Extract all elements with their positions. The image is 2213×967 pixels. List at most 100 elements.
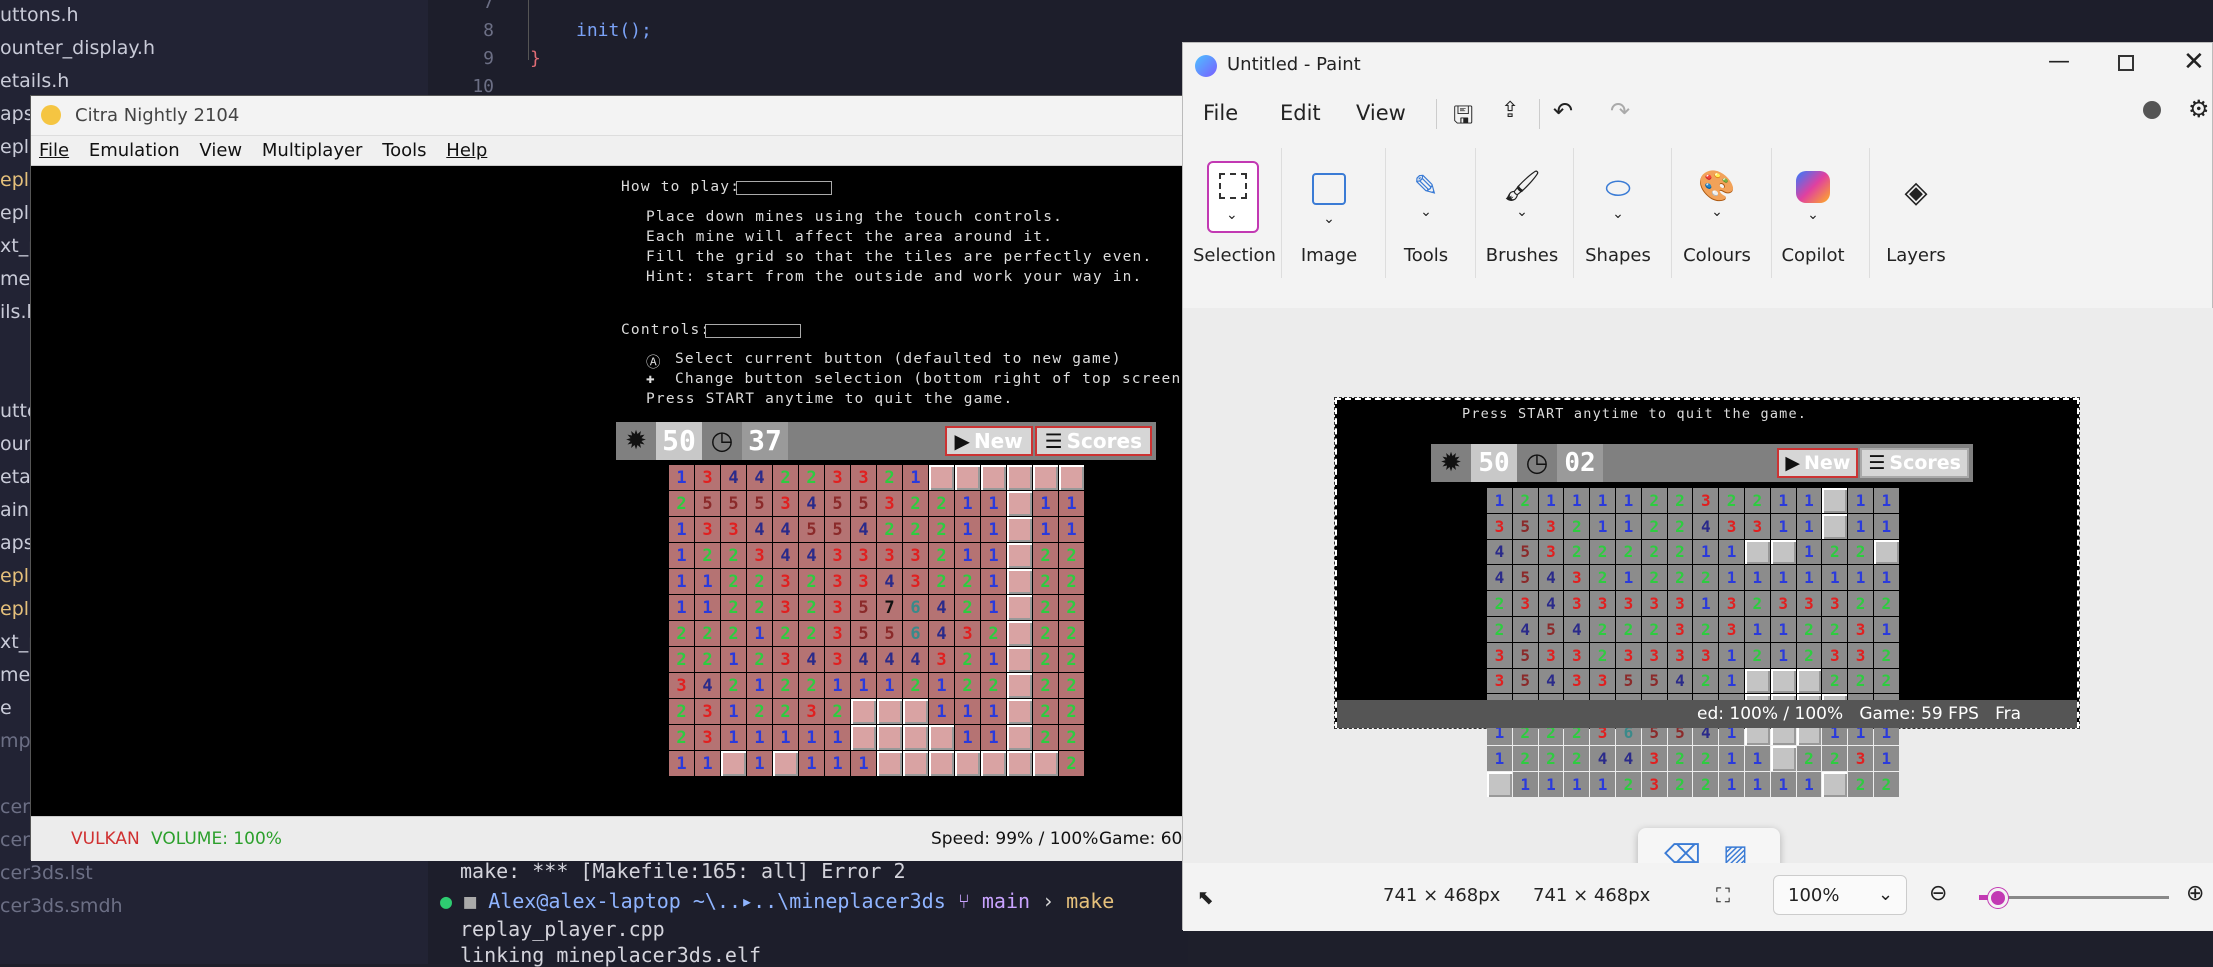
citra-title-bar[interactable]: Citra Nightly 2104 <box>31 96 1191 136</box>
sidebar-file-item[interactable]: aps <box>0 103 34 125</box>
grid-cell[interactable]: 1 <box>981 517 1006 542</box>
grid-cell[interactable]: 5 <box>825 491 850 516</box>
grid-cell[interactable]: 3 <box>825 465 850 490</box>
grid-cell[interactable]: 5 <box>695 491 720 516</box>
grid-cell[interactable]: 1 <box>903 465 928 490</box>
grid-cell[interactable]: 2 <box>1033 569 1058 594</box>
sidebar-file-item[interactable]: uttons.h <box>0 4 79 26</box>
grid-cell[interactable]: 2 <box>747 595 772 620</box>
grid-cell[interactable]: 2 <box>1059 595 1084 620</box>
grid-cell[interactable]: 3 <box>851 543 876 568</box>
grid-cell[interactable]: 1 <box>851 751 876 776</box>
grid-cell[interactable]: 4 <box>773 517 798 542</box>
paint-menu-view[interactable]: View <box>1356 101 1406 125</box>
grid-cell[interactable]: 2 <box>721 569 746 594</box>
grid-cell[interactable]: 1 <box>1033 491 1058 516</box>
paint-canvas[interactable]: Press START anytime to quit the game. ✹ … <box>1334 397 2080 797</box>
grid-cell[interactable]: 4 <box>747 517 772 542</box>
grid-cell[interactable]: 3 <box>695 699 720 724</box>
grid-cell[interactable]: 2 <box>695 647 720 672</box>
grid-cell[interactable]: 2 <box>669 491 694 516</box>
grid-cell[interactable]: 2 <box>1033 595 1058 620</box>
grid-cell[interactable]: 3 <box>721 517 746 542</box>
grid-cell[interactable]: 2 <box>747 647 772 672</box>
menu-file[interactable]: File <box>39 136 69 166</box>
grid-cell[interactable]: 2 <box>669 725 694 750</box>
fit-to-window-icon[interactable]: ⛶ <box>1716 883 1730 907</box>
grid-cell[interactable] <box>1007 699 1032 724</box>
close-icon[interactable]: ✕ <box>2183 47 2205 77</box>
menu-help[interactable]: Help <box>446 136 487 166</box>
grid-cell[interactable]: 1 <box>955 699 980 724</box>
grid-cell[interactable] <box>851 699 876 724</box>
grid-cell[interactable]: 1 <box>669 595 694 620</box>
grid-cell[interactable]: 3 <box>747 543 772 568</box>
grid-cell[interactable]: 2 <box>1033 543 1058 568</box>
grid-cell[interactable]: 3 <box>877 543 902 568</box>
grid-cell[interactable]: 2 <box>877 517 902 542</box>
grid-cell[interactable]: 1 <box>1059 491 1084 516</box>
grid-cell[interactable]: 2 <box>929 543 954 568</box>
grid-cell[interactable]: 1 <box>929 673 954 698</box>
grid-cell[interactable]: 2 <box>955 647 980 672</box>
minefield-grid[interactable]: 1344223321255534553221111133445542221111… <box>669 465 1084 776</box>
grid-cell[interactable]: 3 <box>825 647 850 672</box>
grid-cell[interactable]: 2 <box>929 569 954 594</box>
sidebar-file-item[interactable]: e <box>0 697 12 719</box>
grid-cell[interactable] <box>877 751 902 776</box>
paint-menu-edit[interactable]: Edit <box>1280 101 1321 125</box>
grid-cell[interactable] <box>1007 751 1032 776</box>
zoom-out-icon[interactable]: ⊖ <box>1929 881 1947 906</box>
grid-cell[interactable]: 4 <box>721 465 746 490</box>
grid-cell[interactable] <box>981 751 1006 776</box>
grid-cell[interactable]: 4 <box>851 517 876 542</box>
grid-cell[interactable]: 4 <box>799 647 824 672</box>
selection-tool[interactable]: ⌄ Selection <box>1193 153 1276 266</box>
grid-cell[interactable]: 1 <box>825 673 850 698</box>
grid-cell[interactable]: 2 <box>747 699 772 724</box>
grid-cell[interactable]: 1 <box>695 569 720 594</box>
grid-cell[interactable] <box>1007 491 1032 516</box>
grid-cell[interactable]: 2 <box>955 569 980 594</box>
grid-cell[interactable] <box>981 465 1006 490</box>
grid-cell[interactable]: 4 <box>773 543 798 568</box>
grid-cell[interactable]: 3 <box>903 569 928 594</box>
grid-cell[interactable]: 1 <box>721 647 746 672</box>
citra-window[interactable]: Citra Nightly 2104 File Emulation View M… <box>30 95 1191 861</box>
grid-cell[interactable] <box>1007 465 1032 490</box>
brushes-tool[interactable]: 🖌 ⌄ Brushes <box>1477 153 1567 266</box>
grid-cell[interactable]: 3 <box>669 673 694 698</box>
grid-cell[interactable]: 1 <box>695 595 720 620</box>
grid-cell[interactable]: 2 <box>773 621 798 646</box>
maximize-icon[interactable] <box>2118 55 2134 71</box>
grid-cell[interactable]: 1 <box>955 517 980 542</box>
grid-cell[interactable]: 3 <box>955 621 980 646</box>
grid-cell[interactable]: 2 <box>903 517 928 542</box>
grid-cell[interactable] <box>1007 673 1032 698</box>
grid-cell[interactable]: 5 <box>799 517 824 542</box>
grid-cell[interactable]: 3 <box>773 569 798 594</box>
menu-tools[interactable]: Tools <box>382 136 426 166</box>
grid-cell[interactable]: 1 <box>929 699 954 724</box>
grid-cell[interactable]: 2 <box>747 569 772 594</box>
grid-cell[interactable]: 1 <box>747 621 772 646</box>
grid-cell[interactable]: 2 <box>825 699 850 724</box>
grid-cell[interactable]: 2 <box>1059 673 1084 698</box>
grid-cell[interactable]: 1 <box>981 725 1006 750</box>
grid-cell[interactable]: 2 <box>955 595 980 620</box>
grid-cell[interactable]: 2 <box>773 673 798 698</box>
tools-tool[interactable]: ✎ ⌄ Tools <box>1387 153 1465 266</box>
grid-cell[interactable]: 2 <box>981 621 1006 646</box>
grid-cell[interactable]: 1 <box>747 725 772 750</box>
sidebar-file-item[interactable]: aps <box>0 532 34 554</box>
grid-cell[interactable]: 2 <box>1059 647 1084 672</box>
grid-cell[interactable]: 4 <box>877 647 902 672</box>
grid-cell[interactable]: 5 <box>851 621 876 646</box>
share-icon[interactable]: ⇪ <box>1501 98 1519 123</box>
grid-cell[interactable]: 1 <box>669 517 694 542</box>
grid-cell[interactable]: 6 <box>903 621 928 646</box>
grid-cell[interactable]: 2 <box>1059 751 1084 776</box>
grid-cell[interactable] <box>903 751 928 776</box>
grid-cell[interactable]: 5 <box>877 621 902 646</box>
grid-cell[interactable]: 4 <box>929 595 954 620</box>
